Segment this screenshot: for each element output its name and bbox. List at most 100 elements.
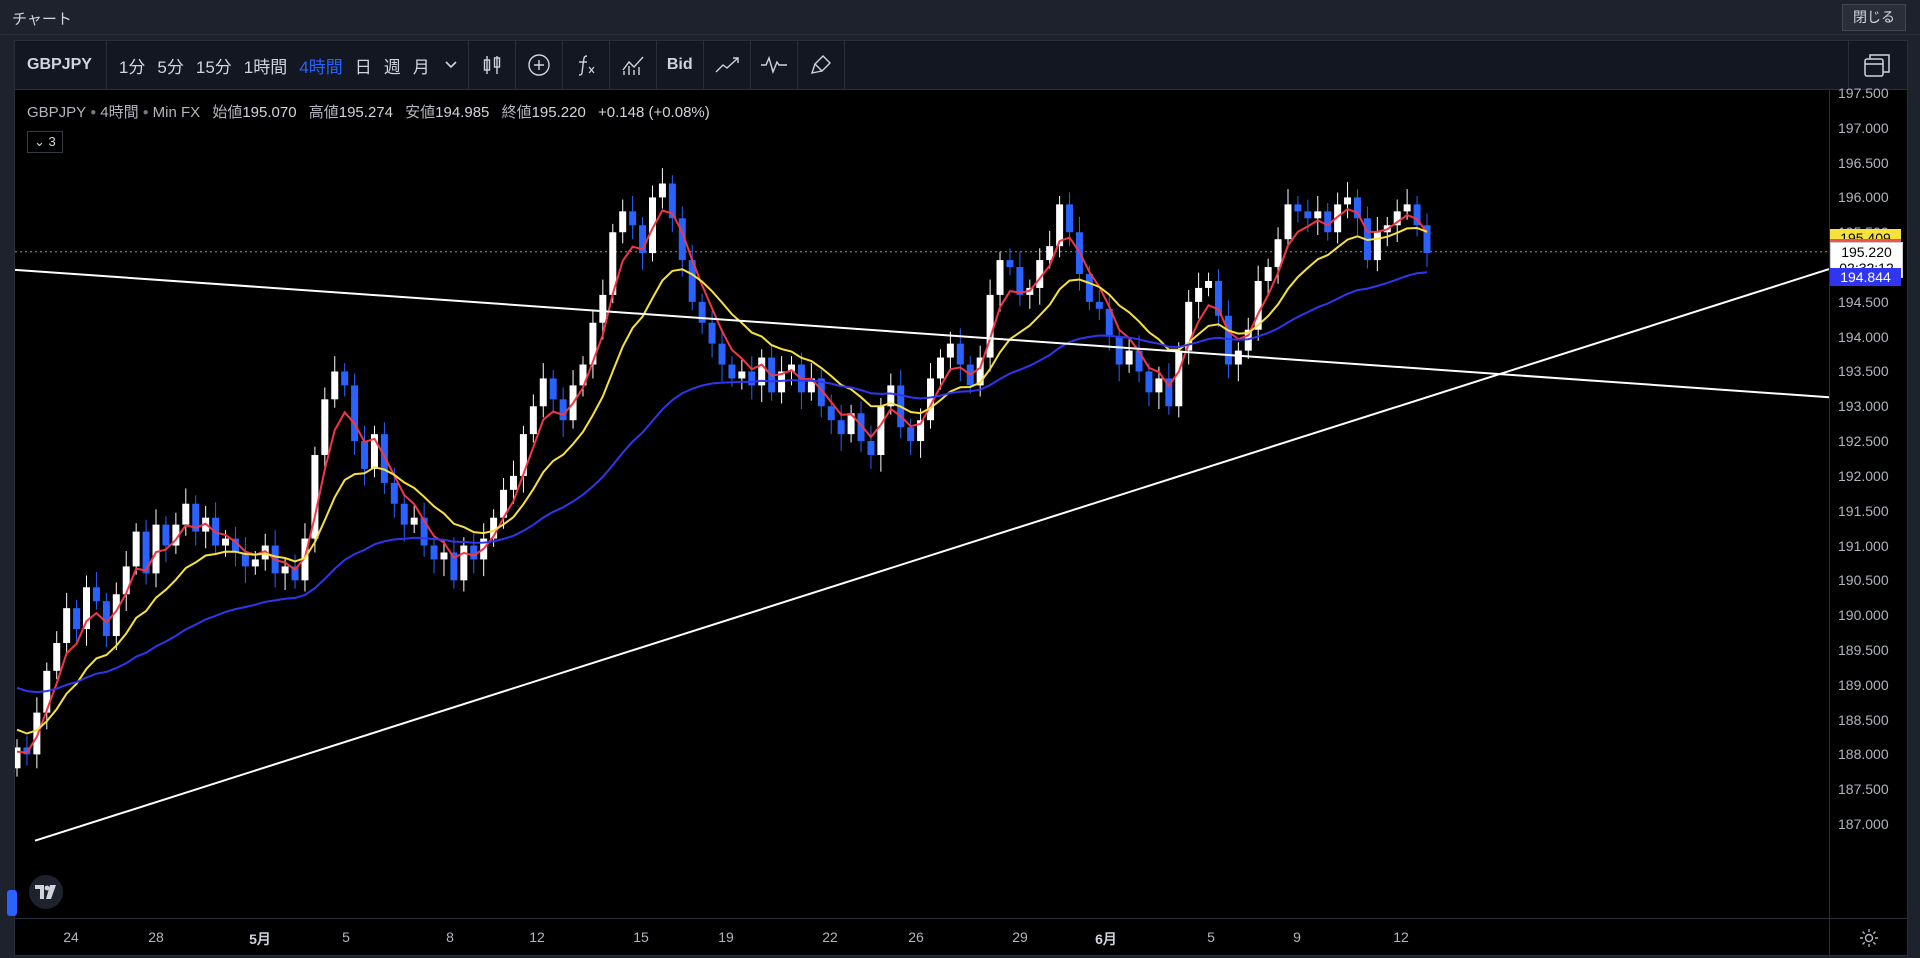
candle-body xyxy=(708,322,716,344)
candle-body xyxy=(92,587,100,602)
candle-body xyxy=(1284,204,1292,240)
candle-body xyxy=(400,503,408,525)
price-tick: 187.000 xyxy=(1838,816,1889,832)
candle-body xyxy=(1314,211,1322,219)
timeframe-2[interactable]: 15分 xyxy=(190,41,238,89)
add-indicator-icon[interactable] xyxy=(516,41,562,89)
time-tick: 5 xyxy=(1207,929,1215,945)
candle-body xyxy=(281,566,289,574)
timeframe-1[interactable]: 5分 xyxy=(151,41,189,89)
chart-legend: GBPJPY ● 4時間 ● Min FX 始値195.070 高値195.274 安値… xyxy=(27,101,710,122)
candle-body xyxy=(361,441,369,469)
price-tick: 193.000 xyxy=(1838,398,1889,415)
time-tick: 26 xyxy=(908,929,924,945)
candle-body xyxy=(1155,378,1163,393)
timeframe-5[interactable]: 日 xyxy=(349,41,378,89)
candle-body xyxy=(658,183,666,198)
candle-body xyxy=(956,343,964,365)
candle-body xyxy=(122,566,130,595)
candle-body xyxy=(1344,197,1352,205)
close-button[interactable]: 閉じる xyxy=(1842,4,1906,31)
candle-body xyxy=(629,211,637,226)
time-axis[interactable]: 24 28 5月 5 8 12 15 19 22 26 29 6月 5 9 12 xyxy=(15,918,1829,956)
price-tick: 194.500 xyxy=(1838,293,1889,310)
candle-body xyxy=(549,378,557,400)
time-tick: 5月 xyxy=(249,931,271,947)
candle-body xyxy=(837,420,845,435)
candle-body xyxy=(1195,287,1203,302)
legend-open-value: 195.070 xyxy=(242,104,297,121)
timeframe-group: 1分 5分 15分 1時間 4時間日週月 xyxy=(107,41,442,89)
candle-body xyxy=(509,475,517,490)
time-tick: 19 xyxy=(718,929,734,945)
candle-body xyxy=(331,371,339,400)
function-icon[interactable] xyxy=(563,41,609,89)
candle-body xyxy=(529,406,537,435)
price-tick: 196.500 xyxy=(1838,154,1889,171)
symbol-button[interactable]: GBPJPY xyxy=(15,41,106,89)
price-tick: 187.500 xyxy=(1838,781,1889,798)
price-axis[interactable]: 197.500197.000196.500196.000195.500195.0… xyxy=(1829,85,1908,918)
chart-toolbar: GBPJPY 1分 5分 15分 1時間 4時間日週月 Bid xyxy=(15,41,1907,90)
divider xyxy=(843,41,845,89)
candle-body xyxy=(13,747,21,769)
candle-body xyxy=(63,608,71,643)
candle-body xyxy=(1016,267,1024,295)
legend-dot: ● xyxy=(90,107,97,118)
time-tick: 6月 xyxy=(1095,931,1117,947)
price-tick: 190.000 xyxy=(1838,607,1889,624)
candle-body xyxy=(430,545,438,560)
candle-body xyxy=(1373,232,1381,261)
candle-body xyxy=(996,260,1004,295)
price-tag: 194.844 xyxy=(1830,267,1901,286)
candle-body xyxy=(1115,336,1123,365)
candle-body xyxy=(1095,301,1103,309)
tradingview-logo-icon[interactable] xyxy=(29,875,63,909)
candle-body xyxy=(162,524,170,546)
time-tick: 12 xyxy=(529,929,545,945)
price-tick: 192.500 xyxy=(1838,433,1889,450)
price-chart[interactable] xyxy=(13,90,1830,918)
chevron-down-icon[interactable] xyxy=(442,41,460,89)
replay-icon[interactable] xyxy=(751,41,797,89)
candle-body xyxy=(907,427,915,442)
indicators-toggle[interactable]: ⌄ 3 xyxy=(27,131,63,153)
chart-pane[interactable]: GBPJPY ● 4時間 ● Min FX 始値195.070 高値195.274 安値… xyxy=(7,90,1830,918)
candle-body xyxy=(827,406,835,421)
candles-icon[interactable] xyxy=(469,41,515,89)
price-tick: 189.500 xyxy=(1838,641,1889,658)
candle-body xyxy=(559,399,567,421)
time-tick: 24 xyxy=(63,929,79,945)
legend-close-value: 195.220 xyxy=(531,104,586,121)
time-tick: 28 xyxy=(148,929,164,945)
side-panel-handle[interactable] xyxy=(7,890,17,916)
timeframe-0[interactable]: 1分 xyxy=(113,41,151,89)
candle-body xyxy=(599,294,607,323)
candle-body xyxy=(351,385,359,442)
legend-low-label: 安値 xyxy=(405,104,436,121)
candle-body xyxy=(619,211,627,233)
settings-gear-icon[interactable] xyxy=(1829,918,1908,956)
price-tick: 191.000 xyxy=(1838,537,1889,554)
legend-low-value: 194.985 xyxy=(435,104,490,121)
candle-body xyxy=(222,538,230,546)
timeframe-6[interactable]: 週 xyxy=(378,41,407,89)
layout-icon[interactable] xyxy=(1848,41,1907,89)
indicator-count: 3 xyxy=(48,134,56,149)
bid-button[interactable]: Bid xyxy=(657,41,703,89)
candle-body xyxy=(321,399,329,456)
brush-icon[interactable] xyxy=(798,41,844,89)
time-tick: 22 xyxy=(822,929,838,945)
price-tick: 196.000 xyxy=(1838,189,1889,206)
compare-icon[interactable] xyxy=(610,41,656,89)
timeframe-4[interactable]: 4時間 xyxy=(293,41,348,89)
price-tick: 194.000 xyxy=(1838,328,1889,345)
candle-body xyxy=(1145,371,1153,393)
legend-dot: ● xyxy=(142,107,149,118)
candle-body xyxy=(470,545,478,560)
timeframe-7[interactable]: 月 xyxy=(407,41,436,89)
chevron-down-icon: ⌄ xyxy=(34,134,45,149)
candle-body xyxy=(1085,274,1093,302)
timeframe-3[interactable]: 1時間 xyxy=(238,41,293,89)
line-chart-icon[interactable] xyxy=(704,41,750,89)
